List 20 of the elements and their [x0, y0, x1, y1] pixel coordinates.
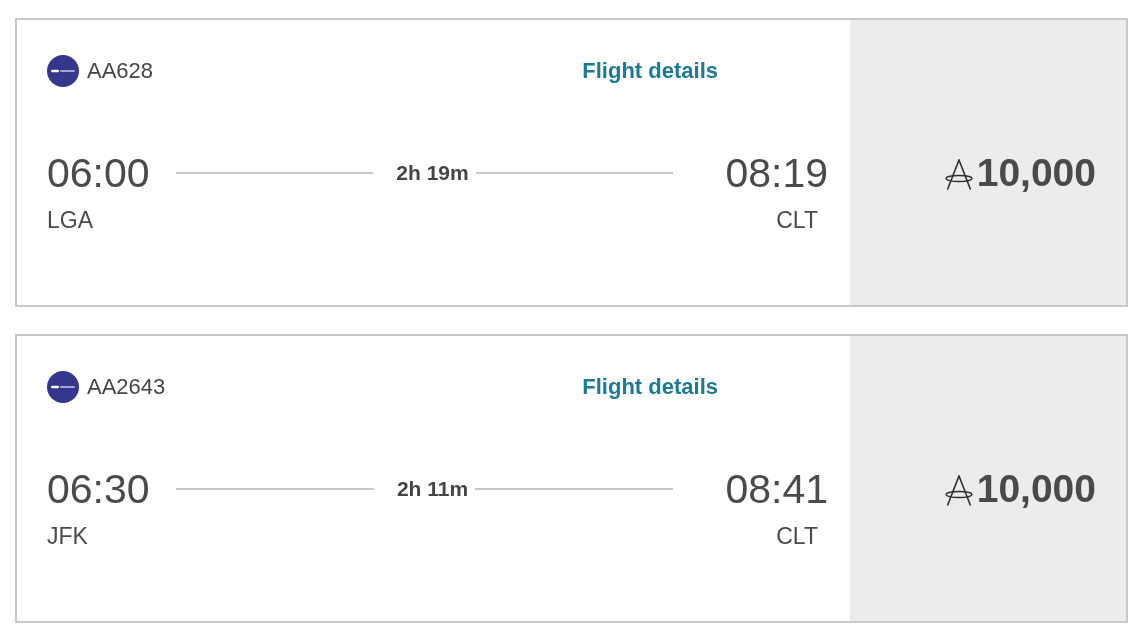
miles-icon	[944, 158, 973, 190]
miles-icon	[944, 474, 973, 506]
arrival-airport: CLT	[776, 206, 818, 234]
arrival-time: 08:19	[725, 149, 828, 197]
departure-airport: LGA	[47, 206, 94, 234]
arrival-airport: CLT	[776, 522, 818, 550]
circle-logo-icon	[47, 55, 79, 87]
flight-number: AA628	[87, 58, 154, 84]
flight-duration: 2h 19m	[396, 161, 469, 185]
flight-duration: 2h 11m	[396, 477, 469, 501]
price-amount: 10,000	[976, 150, 1096, 196]
flight-number: AA2643	[87, 374, 166, 400]
price-amount: 10,000	[976, 466, 1096, 512]
circle-logo-icon	[47, 371, 79, 403]
departure-time: 06:00	[47, 149, 150, 197]
departure-airport: JFK	[47, 522, 88, 550]
flight-details-link[interactable]: Flight details	[582, 374, 718, 400]
flight-details-link[interactable]: Flight details	[582, 58, 718, 84]
arrival-time: 08:41	[725, 465, 828, 513]
departure-time: 06:30	[47, 465, 150, 513]
